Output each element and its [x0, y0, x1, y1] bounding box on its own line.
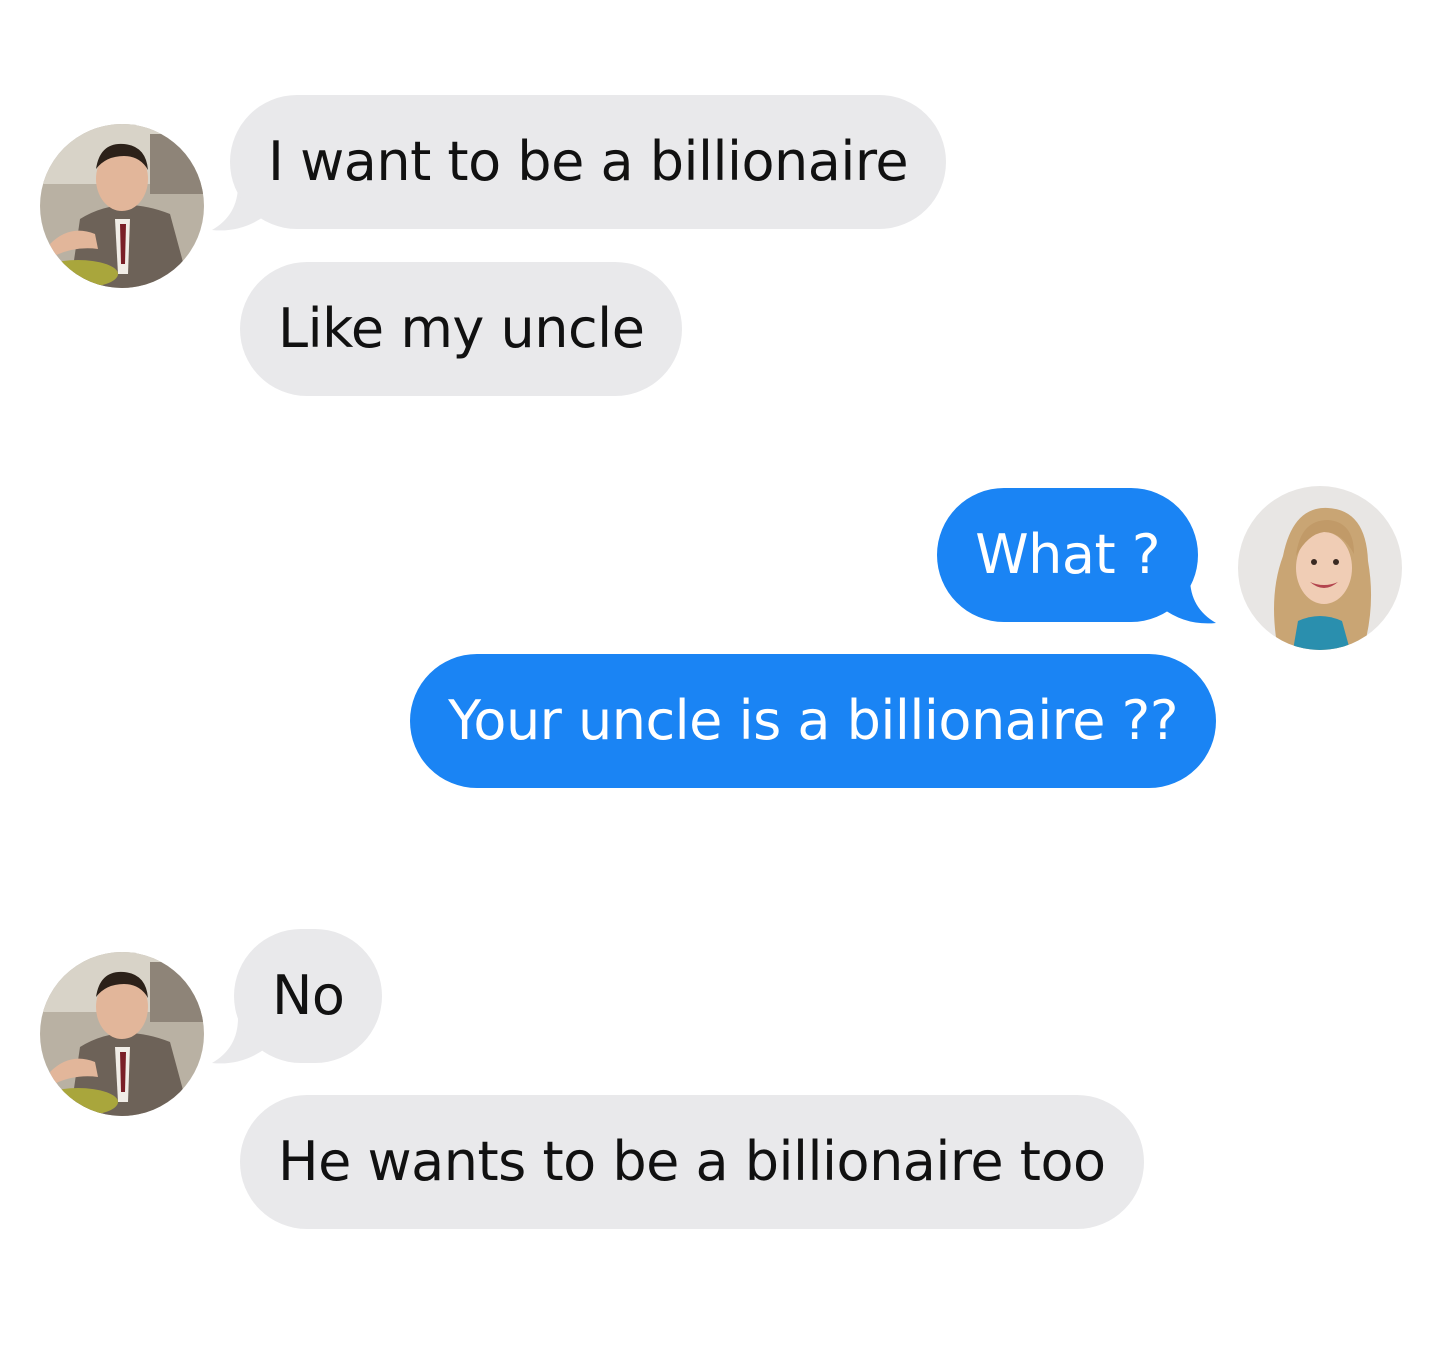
message-bubble-incoming[interactable]: He wants to be a billionaire too — [240, 1095, 1144, 1229]
message-bubble-incoming[interactable]: I want to be a billionaire — [230, 95, 947, 229]
user-avatar[interactable] — [1238, 486, 1402, 650]
message-bubble-outgoing[interactable]: Your uncle is a billionaire ?? — [410, 654, 1216, 788]
message-bubble-incoming[interactable]: Like my uncle — [240, 262, 683, 396]
message-bubble-outgoing[interactable]: What ? — [937, 488, 1198, 622]
contact-avatar[interactable] — [40, 124, 204, 288]
message-bubble-incoming[interactable]: No — [234, 929, 383, 1063]
contact-avatar[interactable] — [40, 952, 204, 1116]
